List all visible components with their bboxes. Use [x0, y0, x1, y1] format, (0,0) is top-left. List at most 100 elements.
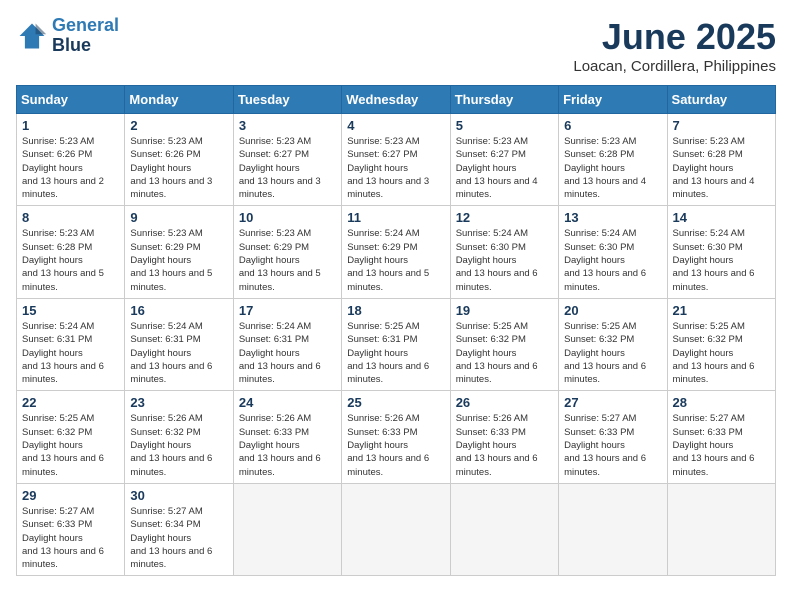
- day-number: 18: [347, 303, 444, 318]
- weekday-header-tuesday: Tuesday: [233, 86, 341, 114]
- day-number: 11: [347, 210, 444, 225]
- weekday-header-wednesday: Wednesday: [342, 86, 450, 114]
- calendar-week-row-3: 15 Sunrise: 5:24 AMSunset: 6:31 PMDayligh…: [17, 298, 776, 390]
- day-number: 17: [239, 303, 336, 318]
- calendar-cell: 29 Sunrise: 5:27 AMSunset: 6:33 PMDayligh…: [17, 483, 125, 575]
- calendar-cell: 1 Sunrise: 5:23 AMSunset: 6:26 PMDaylight…: [17, 114, 125, 206]
- day-number: 28: [673, 395, 770, 410]
- calendar-cell: 30 Sunrise: 5:27 AMSunset: 6:34 PMDayligh…: [125, 483, 233, 575]
- calendar-cell: 20 Sunrise: 5:25 AMSunset: 6:32 PMDayligh…: [559, 298, 667, 390]
- calendar-week-row-2: 8 Sunrise: 5:23 AMSunset: 6:28 PMDaylight…: [17, 206, 776, 298]
- day-number: 23: [130, 395, 227, 410]
- calendar-cell: 26 Sunrise: 5:26 AMSunset: 6:33 PMDayligh…: [450, 391, 558, 483]
- day-detail: Sunrise: 5:26 AMSunset: 6:33 PMDaylight …: [347, 412, 444, 478]
- calendar-cell: 14Sunrise: 5:24 AMSunset: 6:30 PMDayligh…: [667, 206, 775, 298]
- calendar-cell: 24 Sunrise: 5:26 AMSunset: 6:33 PMDayligh…: [233, 391, 341, 483]
- day-detail: Sunrise: 5:27 AMSunset: 6:33 PMDaylight …: [564, 412, 661, 478]
- calendar-cell: 22 Sunrise: 5:25 AMSunset: 6:32 PMDayligh…: [17, 391, 125, 483]
- day-detail: Sunrise: 5:23 AMSunset: 6:29 PMDaylight …: [130, 227, 227, 293]
- day-number: 15: [22, 303, 119, 318]
- day-detail: Sunrise: 5:23 AMSunset: 6:28 PMDaylight …: [22, 227, 119, 293]
- calendar-cell: 18 Sunrise: 5:25 AMSunset: 6:31 PMDayligh…: [342, 298, 450, 390]
- day-number: 14: [673, 210, 770, 225]
- header: GeneralBlue June 2025 Loacan, Cordillera…: [16, 16, 776, 75]
- weekday-header-thursday: Thursday: [450, 86, 558, 114]
- day-number: 21: [673, 303, 770, 318]
- day-number: 25: [347, 395, 444, 410]
- calendar-cell: 9Sunrise: 5:23 AMSunset: 6:29 PMDaylight…: [125, 206, 233, 298]
- day-detail: Sunrise: 5:24 AMSunset: 6:30 PMDaylight …: [564, 227, 661, 293]
- day-detail: Sunrise: 5:26 AMSunset: 6:33 PMDaylight …: [239, 412, 336, 478]
- day-detail: Sunrise: 5:23 AMSunset: 6:27 PMDaylight …: [239, 135, 336, 201]
- logo: GeneralBlue: [16, 16, 119, 56]
- calendar-cell: [667, 483, 775, 575]
- calendar-cell: 15Sunrise: 5:24 AMSunset: 6:31 PMDayligh…: [17, 298, 125, 390]
- day-number: 13: [564, 210, 661, 225]
- day-detail: Sunrise: 5:23 AMSunset: 6:28 PMDaylight …: [673, 135, 770, 201]
- day-detail: Sunrise: 5:25 AMSunset: 6:32 PMDaylight …: [22, 412, 119, 478]
- day-detail: Sunrise: 5:24 AMSunset: 6:31 PMDaylight …: [130, 320, 227, 386]
- day-detail: Sunrise: 5:27 AMSunset: 6:33 PMDaylight …: [22, 505, 119, 571]
- calendar-cell: 13 Sunrise: 5:24 AMSunset: 6:30 PMDayligh…: [559, 206, 667, 298]
- calendar-cell: 27 Sunrise: 5:27 AMSunset: 6:33 PMDayligh…: [559, 391, 667, 483]
- calendar-cell: [559, 483, 667, 575]
- day-number: 16: [130, 303, 227, 318]
- weekday-header-monday: Monday: [125, 86, 233, 114]
- day-detail: Sunrise: 5:25 AMSunset: 6:31 PMDaylight …: [347, 320, 444, 386]
- day-number: 8: [22, 210, 119, 225]
- calendar-cell: 16 Sunrise: 5:24 AMSunset: 6:31 PMDayligh…: [125, 298, 233, 390]
- calendar-cell: 5Sunrise: 5:23 AMSunset: 6:27 PMDaylight…: [450, 114, 558, 206]
- day-number: 2: [130, 118, 227, 133]
- day-number: 30: [130, 488, 227, 503]
- calendar-cell: [450, 483, 558, 575]
- calendar-cell: 6Sunrise: 5:23 AMSunset: 6:28 PMDaylight…: [559, 114, 667, 206]
- calendar-cell: 17 Sunrise: 5:24 AMSunset: 6:31 PMDayligh…: [233, 298, 341, 390]
- day-number: 4: [347, 118, 444, 133]
- calendar-cell: 19 Sunrise: 5:25 AMSunset: 6:32 PMDayligh…: [450, 298, 558, 390]
- day-number: 19: [456, 303, 553, 318]
- weekday-header-sunday: Sunday: [17, 86, 125, 114]
- calendar-table: SundayMondayTuesdayWednesdayThursdayFrid…: [16, 85, 776, 576]
- location-title: Loacan, Cordillera, Philippines: [573, 58, 776, 75]
- day-detail: Sunrise: 5:25 AMSunset: 6:32 PMDaylight …: [673, 320, 770, 386]
- weekday-header-row: SundayMondayTuesdayWednesdayThursdayFrid…: [17, 86, 776, 114]
- logo-name: GeneralBlue: [52, 16, 119, 56]
- day-number: 20: [564, 303, 661, 318]
- day-number: 27: [564, 395, 661, 410]
- calendar-cell: 21 Sunrise: 5:25 AMSunset: 6:32 PMDayligh…: [667, 298, 775, 390]
- day-detail: Sunrise: 5:23 AMSunset: 6:27 PMDaylight …: [347, 135, 444, 201]
- calendar-cell: 11Sunrise: 5:24 AMSunset: 6:29 PMDayligh…: [342, 206, 450, 298]
- calendar-cell: 25 Sunrise: 5:26 AMSunset: 6:33 PMDayligh…: [342, 391, 450, 483]
- day-number: 12: [456, 210, 553, 225]
- day-number: 24: [239, 395, 336, 410]
- calendar-cell: [233, 483, 341, 575]
- calendar-cell: 4 Sunrise: 5:23 AMSunset: 6:27 PMDaylight…: [342, 114, 450, 206]
- calendar-week-row-4: 22 Sunrise: 5:25 AMSunset: 6:32 PMDayligh…: [17, 391, 776, 483]
- calendar-cell: 3 Sunrise: 5:23 AMSunset: 6:27 PMDaylight…: [233, 114, 341, 206]
- weekday-header-friday: Friday: [559, 86, 667, 114]
- calendar-cell: 28 Sunrise: 5:27 AMSunset: 6:33 PMDayligh…: [667, 391, 775, 483]
- calendar-cell: 23Sunrise: 5:26 AMSunset: 6:32 PMDayligh…: [125, 391, 233, 483]
- day-number: 29: [22, 488, 119, 503]
- day-detail: Sunrise: 5:27 AMSunset: 6:33 PMDaylight …: [673, 412, 770, 478]
- day-detail: Sunrise: 5:25 AMSunset: 6:32 PMDaylight …: [456, 320, 553, 386]
- day-number: 6: [564, 118, 661, 133]
- day-detail: Sunrise: 5:24 AMSunset: 6:31 PMDaylight …: [239, 320, 336, 386]
- day-number: 26: [456, 395, 553, 410]
- calendar-week-row-1: 1 Sunrise: 5:23 AMSunset: 6:26 PMDaylight…: [17, 114, 776, 206]
- day-number: 5: [456, 118, 553, 133]
- day-detail: Sunrise: 5:23 AMSunset: 6:26 PMDaylight …: [22, 135, 119, 201]
- calendar-cell: 12Sunrise: 5:24 AMSunset: 6:30 PMDayligh…: [450, 206, 558, 298]
- day-detail: Sunrise: 5:27 AMSunset: 6:34 PMDaylight …: [130, 505, 227, 571]
- day-detail: Sunrise: 5:25 AMSunset: 6:32 PMDaylight …: [564, 320, 661, 386]
- day-number: 22: [22, 395, 119, 410]
- logo-icon: [16, 20, 48, 52]
- day-detail: Sunrise: 5:23 AMSunset: 6:26 PMDaylight …: [130, 135, 227, 201]
- day-detail: Sunrise: 5:26 AMSunset: 6:33 PMDaylight …: [456, 412, 553, 478]
- day-number: 7: [673, 118, 770, 133]
- day-detail: Sunrise: 5:23 AMSunset: 6:29 PMDaylight …: [239, 227, 336, 293]
- day-number: 1: [22, 118, 119, 133]
- day-number: 3: [239, 118, 336, 133]
- calendar-cell: 2 Sunrise: 5:23 AMSunset: 6:26 PMDaylight…: [125, 114, 233, 206]
- title-area: June 2025 Loacan, Cordillera, Philippine…: [573, 16, 776, 75]
